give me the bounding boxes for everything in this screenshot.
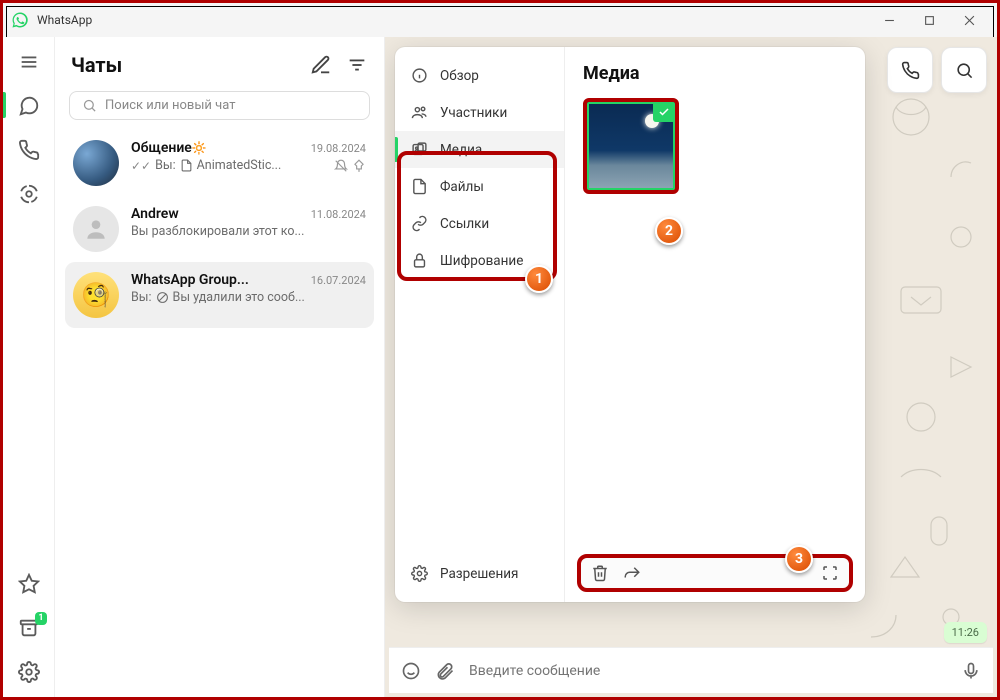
- close-button[interactable]: [949, 6, 989, 34]
- new-chat-icon[interactable]: [310, 54, 332, 76]
- chat-name: Общение: [131, 140, 192, 156]
- chat-preview: Вы разблокировали этот ко...: [131, 224, 304, 239]
- selected-check-icon: [653, 102, 675, 122]
- main-area: 1 Чаты Поиск или новый чат Общение 🔆 19.…: [3, 37, 997, 697]
- calls-icon[interactable]: [18, 139, 40, 161]
- titlebar: WhatsApp: [3, 3, 997, 37]
- chat-item[interactable]: Andrew 11.08.2024 Вы разблокировали этот…: [65, 196, 374, 262]
- annotation-badge-1: 1: [525, 265, 553, 293]
- sun-emoji-icon: 🔆: [192, 141, 207, 155]
- delivered-icon: ✓✓: [131, 159, 151, 173]
- emoji-icon[interactable]: [401, 661, 421, 681]
- chat-name: Andrew: [131, 206, 179, 222]
- filter-icon[interactable]: [346, 54, 368, 76]
- search-input[interactable]: Поиск или новый чат: [69, 91, 370, 120]
- preview-prefix: Вы:: [155, 158, 176, 173]
- menu-participants[interactable]: Участники: [395, 94, 564, 131]
- mic-icon[interactable]: [961, 661, 981, 681]
- menu-permissions[interactable]: Разрешения: [395, 555, 564, 592]
- conversation-header-actions: [887, 47, 987, 93]
- selection-frame-icon[interactable]: [821, 564, 839, 582]
- chat-list-header: Чаты: [65, 49, 374, 91]
- starred-icon[interactable]: [18, 573, 40, 595]
- annotation-badge-3: 3: [785, 545, 813, 573]
- conversation-area: Обзор Участники Медиа Файлы Ссылки Шифро…: [385, 37, 997, 697]
- menu-label: Участники: [440, 105, 507, 121]
- chat-list-title: Чаты: [71, 53, 122, 77]
- menu-media[interactable]: Медиа: [395, 131, 564, 168]
- pinned-icon: [352, 159, 366, 173]
- message-time: 11:26: [944, 622, 987, 643]
- settings-icon[interactable]: [18, 661, 40, 683]
- menu-links[interactable]: Ссылки: [395, 205, 564, 242]
- avatar: 🧐: [73, 272, 119, 318]
- menu-overview[interactable]: Обзор: [395, 57, 564, 94]
- muted-icon: [334, 159, 348, 173]
- message-input[interactable]: [469, 663, 947, 679]
- forward-icon[interactable]: [623, 564, 641, 582]
- chat-item[interactable]: Общение 🔆 19.08.2024 ✓✓ Вы: AnimatedStic…: [65, 130, 374, 196]
- preview-prefix: Вы:: [131, 290, 152, 305]
- search-in-chat-button[interactable]: [941, 47, 987, 93]
- media-pane: Медиа: [565, 47, 865, 602]
- search-placeholder: Поиск или новый чат: [105, 98, 235, 113]
- menu-files[interactable]: Файлы: [395, 168, 564, 205]
- blocked-icon: [156, 291, 169, 304]
- document-icon: [180, 159, 193, 172]
- chats-icon[interactable]: [18, 95, 40, 117]
- chat-item[interactable]: 🧐 WhatsApp Group... 16.07.2024 Вы: Вы уд…: [65, 262, 374, 328]
- media-thumbnail[interactable]: [583, 98, 679, 194]
- app-window: { "window": { "title": "WhatsApp" }, "si…: [0, 0, 1000, 700]
- status-icon[interactable]: [18, 183, 40, 205]
- avatar: [73, 206, 119, 252]
- group-info-panel: Обзор Участники Медиа Файлы Ссылки Шифро…: [395, 47, 865, 602]
- info-side-menu: Обзор Участники Медиа Файлы Ссылки Шифро…: [395, 47, 565, 602]
- menu-label: Обзор: [440, 68, 479, 84]
- search-icon: [82, 98, 97, 113]
- menu-icon[interactable]: [18, 51, 40, 73]
- chat-preview: AnimatedStic...: [197, 158, 282, 173]
- call-button[interactable]: [887, 47, 933, 93]
- media-title: Медиа: [583, 63, 847, 84]
- chat-date: 16.07.2024: [311, 274, 366, 287]
- menu-label: Файлы: [440, 179, 484, 195]
- delete-icon[interactable]: [591, 564, 609, 582]
- window-title: WhatsApp: [37, 13, 92, 27]
- chat-date: 19.08.2024: [311, 142, 366, 155]
- whatsapp-logo-icon: [11, 11, 29, 29]
- message-composer: [389, 647, 993, 693]
- chat-date: 11.08.2024: [311, 208, 366, 221]
- minimize-button[interactable]: [869, 6, 909, 34]
- menu-label: Разрешения: [440, 566, 518, 582]
- chat-name: WhatsApp Group...: [131, 272, 249, 288]
- menu-label: Шифрование: [440, 253, 523, 269]
- menu-label: Медиа: [440, 142, 482, 158]
- archive-badge: 1: [35, 612, 46, 625]
- menu-label: Ссылки: [440, 216, 489, 232]
- attach-icon[interactable]: [435, 661, 455, 681]
- chat-list-panel: Чаты Поиск или новый чат Общение 🔆 19.08…: [55, 37, 385, 697]
- annotation-badge-2: 2: [655, 217, 683, 245]
- nav-rail: 1: [3, 37, 55, 697]
- chat-preview: Вы удалили это сооб...: [173, 290, 305, 305]
- avatar: [73, 140, 119, 186]
- maximize-button[interactable]: [909, 6, 949, 34]
- archive-icon[interactable]: 1: [18, 617, 40, 639]
